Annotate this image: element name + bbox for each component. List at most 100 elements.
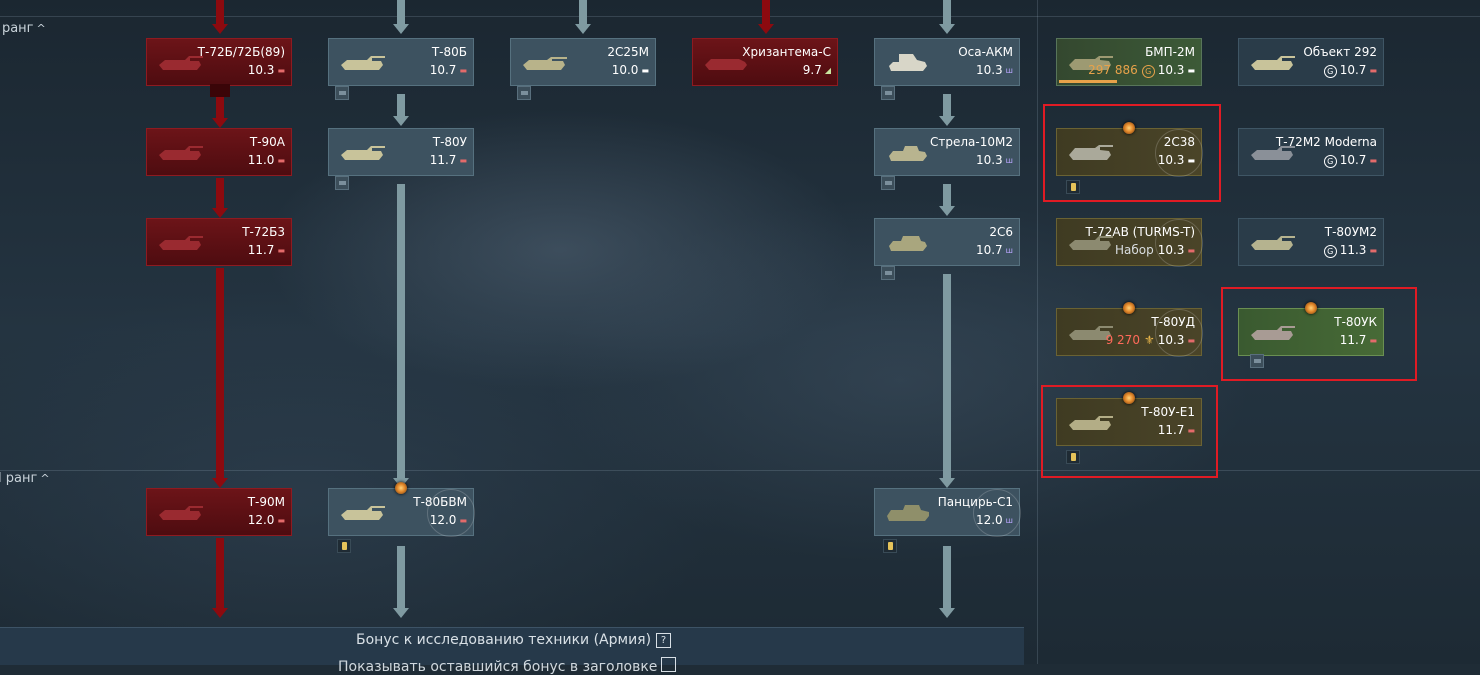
medium-tank-icon: ▬ — [277, 516, 285, 525]
vehicle-card-khrizantema[interactable]: Хризантема-С 9.7 ◢ — [692, 38, 838, 86]
vehicle-card-t90m[interactable]: Т-90М 12.0 ▬ — [146, 488, 292, 536]
premium-variant-icon[interactable] — [337, 539, 351, 553]
medium-tank-icon: ▬ — [277, 156, 285, 165]
research-points: 297 886 — [1088, 63, 1138, 77]
research-line — [216, 178, 224, 208]
tank-silhouette-icon — [159, 236, 203, 250]
rank-toggle-top[interactable]: I ранг^ — [0, 21, 46, 36]
medium-tank-icon: ▬ — [277, 66, 285, 75]
vehicle-card-t72b[interactable]: Т-72Б/72Б(89) 10.3 ▬ — [146, 38, 292, 86]
show-bonus-toggle[interactable]: Показывать оставшийся бонус в заголовке — [338, 657, 677, 675]
medium-tank-icon: ▬ — [459, 66, 467, 75]
variant-icon[interactable] — [881, 266, 895, 280]
highlight-frame — [1221, 287, 1417, 381]
vehicle-br: G 10.7 ▬ — [1323, 63, 1377, 78]
tank-silhouette-icon — [1251, 56, 1295, 70]
vehicle-name: Т-72Б/72Б(89) — [197, 45, 285, 59]
spaa-silhouette-icon — [889, 146, 927, 161]
research-arrow — [575, 24, 591, 34]
vehicle-br: 10.3 ▬ — [247, 63, 285, 77]
vehicle-card-t80um2[interactable]: Т-80УМ2 G 11.3 ▬ — [1238, 218, 1384, 266]
vehicle-card-osa-akm[interactable]: Оса-АКМ 10.3 ш — [874, 38, 1020, 86]
help-icon[interactable]: ? — [656, 633, 672, 648]
marketplace-token-icon: G — [1323, 245, 1337, 258]
vehicle-br: 10.7 ш — [975, 243, 1013, 257]
research-arrow — [393, 24, 409, 34]
spaa-icon: ш — [1005, 156, 1013, 165]
variant-icon[interactable] — [335, 86, 349, 100]
vehicle-card-t80b[interactable]: Т-80Б 10.7 ▬ — [328, 38, 474, 86]
tank-silhouette-icon — [1251, 236, 1295, 250]
vehicle-name: Т-72АВ (TURMS-T) — [1085, 225, 1195, 239]
vehicle-card-t80u[interactable]: Т-80У 11.7 ▬ — [328, 128, 474, 176]
research-line — [216, 268, 224, 478]
research-arrow — [939, 116, 955, 126]
vehicle-name: 2С25М — [607, 45, 649, 59]
research-line — [216, 538, 224, 608]
premium-badge-icon — [1123, 302, 1135, 314]
medium-tank-icon: ▬ — [1187, 336, 1195, 345]
vehicle-name: Т-80УМ2 — [1324, 225, 1377, 239]
medium-tank-icon: ▬ — [1369, 246, 1377, 255]
vehicle-br: 12.0 ш — [975, 513, 1013, 527]
research-line — [397, 546, 405, 608]
marketplace-token-icon: G — [1323, 65, 1337, 78]
variant-icon[interactable] — [517, 86, 531, 100]
vehicle-card-t72av[interactable]: Т-72АВ (TURMS-T) Набор 10.3 ▬ — [1056, 218, 1203, 267]
pack-label: Набор — [1114, 243, 1154, 257]
variant-icon[interactable] — [335, 176, 349, 190]
vehicle-br: 10.7 ▬ — [429, 63, 467, 77]
research-arrow — [939, 24, 955, 34]
vehicle-name: Объект 292 — [1303, 45, 1377, 59]
vehicle-name: Т-72Б3 — [242, 225, 285, 239]
vehicle-br: G 11.3 ▬ — [1323, 243, 1377, 258]
vehicle-card-t72b3[interactable]: Т-72Б3 11.7 ▬ — [146, 218, 292, 266]
chevron-up-icon: ^ — [36, 22, 46, 35]
spaa-icon: ш — [1005, 246, 1013, 255]
research-line — [943, 184, 951, 206]
vehicle-card-bmp2m[interactable]: БМП-2М 297 886 G 10.3 ▬ — [1056, 38, 1202, 86]
vehicle-card-pantsir[interactable]: Панцирь-С1 12.0 ш — [874, 488, 1021, 537]
vehicle-card-2s25m[interactable]: 2С25М 10.0 ▬ — [510, 38, 656, 86]
marketplace-token-icon: G — [1323, 155, 1337, 168]
variant-icon[interactable] — [881, 176, 895, 190]
tank-silhouette-icon — [523, 57, 567, 70]
research-points-icon: G — [1141, 65, 1155, 78]
spaa-icon: ш — [1005, 66, 1013, 75]
checkbox-icon[interactable] — [661, 657, 677, 672]
vehicle-card-t80bvm[interactable]: Т-80БВМ 12.0 ▬ — [328, 482, 475, 537]
vehicle-name: БМП-2М — [1145, 45, 1195, 59]
highlight-frame — [1041, 385, 1218, 478]
premium-variant-icon[interactable] — [883, 539, 897, 553]
medium-tank-icon: ▬ — [1369, 156, 1377, 165]
research-arrow — [758, 24, 774, 34]
vehicle-card-strela[interactable]: Стрела-10М2 10.3 ш — [874, 128, 1020, 176]
vehicle-name: Т-72М2 Moderna — [1275, 135, 1377, 149]
tank-silhouette-icon — [159, 146, 203, 160]
research-arrow — [939, 478, 955, 488]
premium-badge-icon — [395, 482, 407, 494]
vehicle-name: Т-80У — [432, 135, 467, 149]
tank-silhouette-icon — [341, 146, 385, 160]
research-arrow — [393, 116, 409, 126]
vehicle-card-t80ud[interactable]: Т-80УД 9 270 ⚜ 10.3 ▬ — [1056, 302, 1203, 357]
research-line — [943, 94, 951, 116]
research-arrow — [939, 608, 955, 618]
spaa-silhouette-icon — [889, 54, 927, 71]
vehicle-card-object292[interactable]: Объект 292 G 10.7 ▬ — [1238, 38, 1384, 86]
variant-icon[interactable] — [881, 86, 895, 100]
chevron-up-icon: ^ — [40, 472, 50, 485]
vehicle-card-t72m2[interactable]: Т-72М2 Moderna G 10.7 ▬ — [1238, 128, 1384, 176]
golden-eagles-price: 9 270 — [1105, 333, 1140, 347]
spaa-silhouette-icon — [889, 236, 927, 251]
vehicle-br: G 10.7 ▬ — [1323, 153, 1377, 168]
research-line — [579, 0, 587, 24]
vehicle-card-2s6[interactable]: 2С6 10.7 ш — [874, 218, 1020, 266]
spaa-silhouette-icon — [887, 505, 929, 521]
rank-toggle-bottom[interactable]: II ранг^ — [0, 471, 50, 486]
vehicle-br: 11.7 ▬ — [247, 243, 285, 257]
vehicle-card-t90a[interactable]: Т-90А 11.0 ▬ — [146, 128, 292, 176]
vehicle-name: Хризантема-С — [742, 45, 831, 59]
research-arrow — [212, 24, 228, 34]
tank-silhouette-icon — [159, 506, 203, 520]
